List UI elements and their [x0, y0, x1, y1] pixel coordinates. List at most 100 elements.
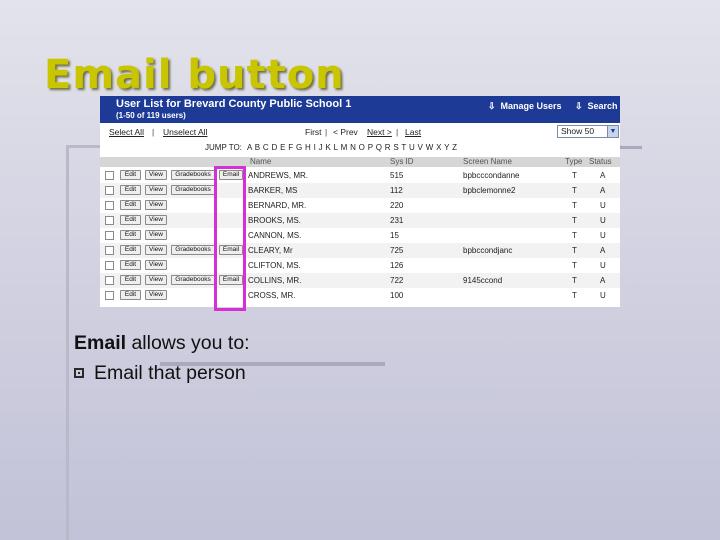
first-page-link[interactable]: First — [305, 127, 322, 137]
down-arrow-icon: ⇩ — [575, 101, 583, 111]
gradebooks-button[interactable]: Gradebooks — [171, 170, 215, 180]
view-button[interactable]: View — [145, 200, 167, 210]
table-row: Edit View CANNON, MS. 15 T U — [100, 228, 620, 243]
edit-button[interactable]: Edit — [120, 185, 141, 195]
user-status: U — [600, 291, 606, 300]
view-button[interactable]: View — [145, 290, 167, 300]
separator: | — [152, 127, 155, 137]
user-type: T — [572, 261, 577, 270]
edit-button[interactable]: Edit — [120, 230, 141, 240]
sys-id: 231 — [390, 216, 404, 225]
row-checkbox[interactable] — [105, 276, 114, 285]
user-type: T — [572, 171, 577, 180]
jump-to-label: JUMP TO: — [205, 143, 242, 152]
column-screen-name[interactable]: Screen Name — [463, 157, 512, 166]
edit-button[interactable]: Edit — [120, 200, 141, 210]
row-checkbox[interactable] — [105, 216, 114, 225]
view-button[interactable]: View — [145, 215, 167, 225]
screen-name: bpbclemonne2 — [463, 186, 516, 195]
user-name[interactable]: BROOKS, MS. — [248, 216, 301, 225]
user-status: U — [600, 261, 606, 270]
manage-users-link[interactable]: ⇩ Manage Users — [488, 101, 562, 112]
row-checkbox[interactable] — [105, 186, 114, 195]
column-sys-id[interactable]: Sys ID — [390, 157, 414, 166]
sys-id: 126 — [390, 261, 404, 270]
page-size-select[interactable]: Show 50 ▼ — [557, 125, 619, 138]
gradebooks-button[interactable]: Gradebooks — [171, 245, 215, 255]
column-type[interactable]: Type — [565, 157, 582, 166]
next-page-link[interactable]: Next > — [367, 127, 392, 137]
user-status: A — [600, 186, 606, 195]
user-name[interactable]: CLIFTON, MS. — [248, 261, 301, 270]
decorative-line — [66, 145, 69, 540]
select-all-link[interactable]: Select All — [109, 127, 144, 137]
row-checkbox[interactable] — [105, 261, 114, 270]
user-type: T — [572, 276, 577, 285]
view-button[interactable]: View — [145, 185, 167, 195]
user-name[interactable]: CLEARY, Mr — [248, 246, 293, 255]
table-row: Edit View BROOKS, MS. 231 T U — [100, 213, 620, 228]
row-checkbox[interactable] — [105, 201, 114, 210]
edit-button[interactable]: Edit — [120, 260, 141, 270]
row-checkbox[interactable] — [105, 291, 114, 300]
caption: Email allows you to: — [74, 332, 250, 355]
chevron-down-icon: ▼ — [607, 126, 618, 137]
user-list-header: User List for Brevard County Public Scho… — [100, 96, 620, 123]
user-name[interactable]: COLLINS, MR. — [248, 276, 301, 285]
separator: | — [396, 127, 399, 137]
gradebooks-button[interactable]: Gradebooks — [171, 275, 215, 285]
screen-name: 9145ccond — [463, 276, 503, 285]
view-button[interactable]: View — [145, 245, 167, 255]
user-name[interactable]: CROSS, MR. — [248, 291, 296, 300]
user-list-title: User List for Brevard County Public Scho… — [116, 98, 352, 110]
view-button[interactable]: View — [145, 275, 167, 285]
square-bullet-icon — [74, 368, 84, 378]
user-name[interactable]: BERNARD, MR. — [248, 201, 306, 210]
sys-id: 725 — [390, 246, 404, 255]
list-controls: Select All | Unselect All First | < Prev… — [100, 123, 620, 141]
edit-button[interactable]: Edit — [120, 245, 141, 255]
sys-id: 515 — [390, 171, 404, 180]
edit-button[interactable]: Edit — [120, 290, 141, 300]
user-type: T — [572, 201, 577, 210]
alphabet-links[interactable]: A B C D E F G H I J K L M N O P Q R S T … — [247, 143, 457, 152]
user-name[interactable]: CANNON, MS. — [248, 231, 301, 240]
user-type: T — [572, 231, 577, 240]
user-status: U — [600, 216, 606, 225]
user-name[interactable]: ANDREWS, MR. — [248, 171, 308, 180]
search-link[interactable]: ⇩ Search — [575, 101, 618, 112]
table-row: Edit View BERNARD, MR. 220 T U — [100, 198, 620, 213]
row-checkbox[interactable] — [105, 246, 114, 255]
view-button[interactable]: View — [145, 230, 167, 240]
row-checkbox[interactable] — [105, 231, 114, 240]
edit-button[interactable]: Edit — [120, 170, 141, 180]
prev-page-link[interactable]: < Prev — [333, 127, 358, 137]
column-status[interactable]: Status — [589, 157, 612, 166]
edit-button[interactable]: Edit — [120, 215, 141, 225]
sys-id: 100 — [390, 291, 404, 300]
view-button[interactable]: View — [145, 260, 167, 270]
user-type: T — [572, 186, 577, 195]
user-name[interactable]: BARKER, MS — [248, 186, 297, 195]
table-row: Edit View CLIFTON, MS. 126 T U — [100, 258, 620, 273]
sys-id: 15 — [390, 231, 399, 240]
table-header: Name Sys ID Screen Name Type Status — [100, 157, 620, 167]
last-page-link[interactable]: Last — [405, 127, 421, 137]
sys-id: 220 — [390, 201, 404, 210]
email-column-highlight — [214, 166, 246, 311]
row-checkbox[interactable] — [105, 171, 114, 180]
user-count: (1-50 of 119 users) — [116, 111, 186, 120]
user-type: T — [572, 291, 577, 300]
user-status: U — [600, 231, 606, 240]
gradebooks-button[interactable]: Gradebooks — [171, 185, 215, 195]
unselect-all-link[interactable]: Unselect All — [163, 127, 207, 137]
jump-to-bar: JUMP TO: A B C D E F G H I J K L M N O P… — [100, 143, 620, 153]
search-label: Search — [587, 101, 618, 111]
caption-bold: Email — [74, 332, 127, 354]
view-button[interactable]: View — [145, 170, 167, 180]
table-row: Edit View Gradebooks Email COLLINS, MR. 722 91… — [100, 273, 620, 288]
user-status: U — [600, 201, 606, 210]
table-row: Edit View Gradebooks BARKER, MS 112 bpbclemon… — [100, 183, 620, 198]
column-name[interactable]: Name — [250, 157, 271, 166]
edit-button[interactable]: Edit — [120, 275, 141, 285]
